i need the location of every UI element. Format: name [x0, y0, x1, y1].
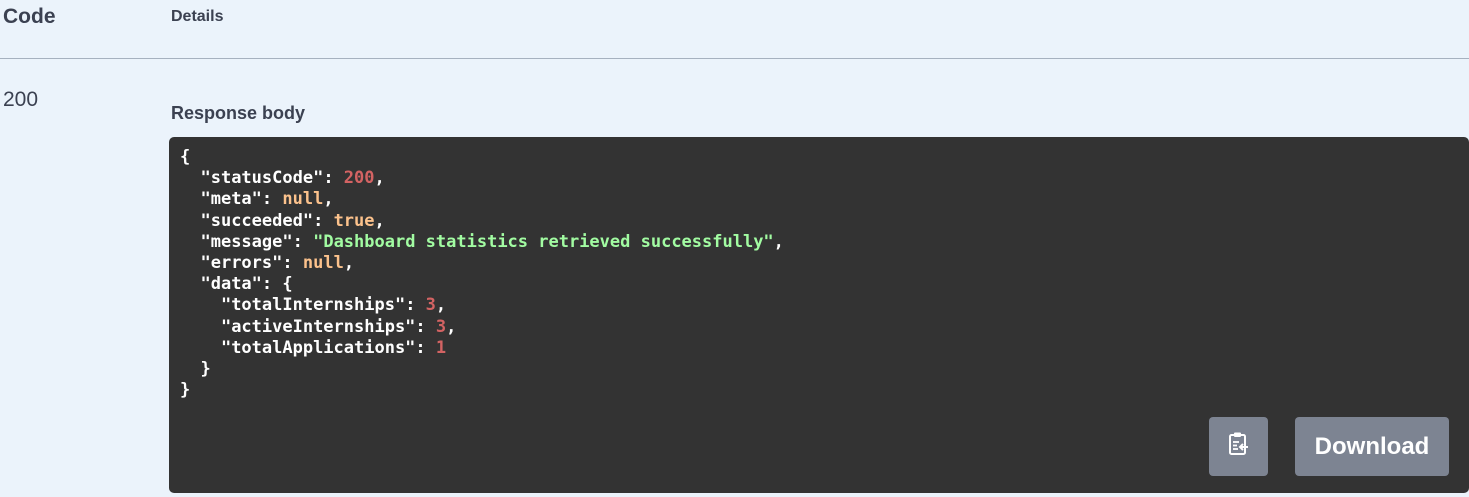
code-line: "totalInternships": 3, [180, 295, 446, 315]
code-line: { [180, 147, 190, 167]
code-line: "succeeded": true, [180, 210, 385, 231]
responses-table-header: Code Details [0, 0, 1469, 59]
json-punctuation: : [415, 337, 436, 358]
code-line: "meta": null, [180, 189, 334, 210]
json-punctuation: , [435, 295, 447, 316]
json-punctuation: : [415, 316, 436, 337]
json-punctuation [180, 232, 200, 252]
response-body-json: { "statusCode": 200, "meta": null, "succ… [180, 147, 784, 401]
json-punctuation: , [773, 231, 784, 252]
json-key: "activeInternships" [220, 316, 416, 337]
json-punctuation: : [313, 210, 334, 231]
json-key: "message" [200, 231, 293, 252]
json-literal: null [282, 189, 324, 210]
json-punctuation: : [282, 253, 303, 274]
code-line: "totalApplications": 1 [180, 338, 446, 358]
response-body-code-block[interactable]: { "statusCode": 200, "meta": null, "succ… [169, 137, 1469, 493]
json-number: 200 [343, 168, 375, 189]
json-punctuation [180, 253, 200, 273]
json-punctuation: , [446, 316, 457, 337]
json-punctuation: : [292, 231, 314, 252]
json-punctuation: : { [261, 274, 293, 295]
json-punctuation: , [374, 168, 385, 189]
json-punctuation [180, 168, 200, 188]
json-key: "data" [200, 274, 262, 295]
download-button[interactable]: Download [1295, 417, 1449, 476]
json-key: "errors" [200, 253, 283, 274]
details-column-header: Details [171, 8, 224, 25]
code-line: "activeInternships": 3, [180, 317, 456, 337]
copy-to-clipboard-button[interactable] [1209, 417, 1268, 476]
json-key: "totalInternships" [220, 295, 406, 316]
json-punctuation [180, 338, 221, 358]
json-literal: null [302, 253, 344, 274]
json-punctuation: } [180, 359, 211, 380]
code-line: } [180, 359, 211, 380]
json-punctuation [180, 317, 221, 337]
json-punctuation: , [374, 210, 385, 231]
code-line: "statusCode": 200, [180, 168, 385, 189]
json-punctuation: , [343, 253, 355, 274]
json-string: "Dashboard statistics retrieved successf… [313, 231, 774, 252]
json-number: 1 [435, 337, 447, 358]
code-line: "message": "Dashboard statistics retriev… [180, 231, 784, 252]
clipboard-copy-icon [1228, 431, 1250, 462]
json-punctuation [180, 211, 200, 231]
json-punctuation: { [180, 147, 191, 167]
json-key: "succeeded" [200, 210, 314, 231]
json-punctuation: } [180, 380, 191, 401]
json-key: "totalApplications" [220, 337, 416, 358]
json-key: "meta" [200, 189, 262, 210]
json-punctuation: , [323, 189, 334, 210]
code-column-header: Code [3, 5, 56, 28]
json-number: 3 [425, 295, 436, 316]
json-punctuation [180, 295, 221, 315]
json-punctuation: : [405, 295, 426, 316]
response-body-label: Response body [171, 103, 306, 123]
code-line: "data": { [180, 274, 293, 295]
response-status-code: 200 [3, 88, 39, 111]
json-punctuation: : [261, 189, 283, 210]
json-key: "statusCode" [200, 168, 324, 189]
json-number: 3 [435, 316, 447, 337]
json-punctuation [180, 274, 200, 294]
json-punctuation [180, 189, 200, 209]
json-literal: true [333, 210, 375, 231]
code-line: } [180, 380, 190, 400]
code-line: "errors": null, [180, 253, 354, 273]
json-punctuation: : [323, 168, 344, 189]
